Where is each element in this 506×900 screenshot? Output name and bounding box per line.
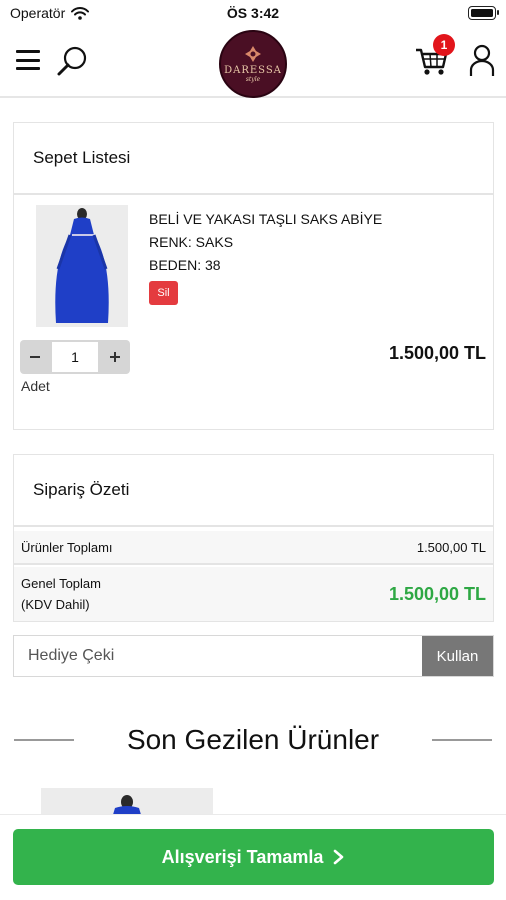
apply-coupon-button[interactable]: Kullan — [422, 636, 493, 676]
quantity-stepper: 1 — [20, 340, 130, 374]
user-icon — [469, 44, 495, 76]
menu-icon — [16, 50, 40, 53]
subtotal-row: Ürünler Toplamı 1.500,00 TL — [14, 531, 493, 565]
decrease-quantity-button[interactable] — [20, 340, 50, 374]
battery-icon — [468, 6, 499, 20]
order-summary-card: Sipariş Özeti Ürünler Toplamı 1.500,00 T… — [13, 454, 494, 622]
cart-count-badge: 1 — [433, 34, 455, 56]
grand-total-row: Genel Toplam (KDV Dahil) 1.500,00 TL — [14, 567, 493, 621]
divider-right — [432, 739, 492, 741]
product-color: RENK: SAKS — [149, 234, 234, 250]
menu-button[interactable] — [16, 50, 40, 70]
complete-purchase-button[interactable]: Alışverişi Tamamla — [13, 829, 494, 885]
search-button[interactable] — [56, 44, 90, 78]
delete-item-button[interactable]: Sil — [149, 281, 178, 305]
vat-note: (KDV Dahil) — [21, 597, 90, 612]
product-size: BEDEN: 38 — [149, 257, 221, 273]
recently-viewed-title: Son Gezilen Ürünler — [126, 724, 380, 755]
cart-list-card: Sepet Listesi BELİ VE YAKASI TAŞLI SAKS … — [13, 122, 494, 430]
product-info: BELİ VE YAKASI TAŞLI SAKS ABİYE RENK: SA… — [149, 208, 382, 277]
item-price: 1.500,00 TL — [388, 343, 486, 363]
cart-list-title: Sepet Listesi — [14, 123, 493, 195]
search-icon — [57, 46, 87, 76]
gift-coupon-input[interactable] — [14, 636, 422, 676]
grand-total-label-group: Genel Toplam (KDV Dahil) — [21, 573, 101, 615]
app-header: DARESSA style 1 — [0, 26, 506, 98]
product-image[interactable] — [36, 205, 128, 327]
status-bar: Operatör ÖS 3:42 — [0, 0, 506, 26]
quantity-label: Adet — [21, 378, 50, 394]
quantity-value[interactable]: 1 — [52, 342, 98, 372]
grand-total-value: 1.500,00 TL — [388, 583, 486, 604]
account-button[interactable] — [468, 42, 496, 78]
logo-emblem-icon — [245, 46, 261, 62]
complete-purchase-label: Alışverişi Tamamla — [161, 846, 324, 867]
brand-logo[interactable]: DARESSA style — [219, 30, 287, 98]
dress-image-icon — [36, 205, 128, 327]
grand-total-label: Genel Toplam — [21, 576, 101, 591]
logo-text: DARESSA — [224, 65, 282, 76]
status-time: ÖS 3:42 — [226, 5, 280, 21]
logo-subtext: style — [245, 76, 261, 83]
subtotal-label: Ürünler Toplamı — [21, 539, 113, 555]
checkout-bar: Alışverişi Tamamla — [0, 814, 506, 900]
minus-icon — [30, 356, 40, 358]
subtotal-value: 1.500,00 TL — [416, 539, 486, 555]
order-summary-title: Sipariş Özeti — [14, 455, 493, 527]
product-name[interactable]: BELİ VE YAKASI TAŞLI SAKS ABİYE — [149, 208, 382, 231]
chevron-right-icon — [334, 849, 344, 865]
increase-quantity-button[interactable] — [100, 340, 130, 374]
gift-coupon-form: Kullan — [13, 635, 494, 677]
plus-icon — [110, 352, 120, 362]
